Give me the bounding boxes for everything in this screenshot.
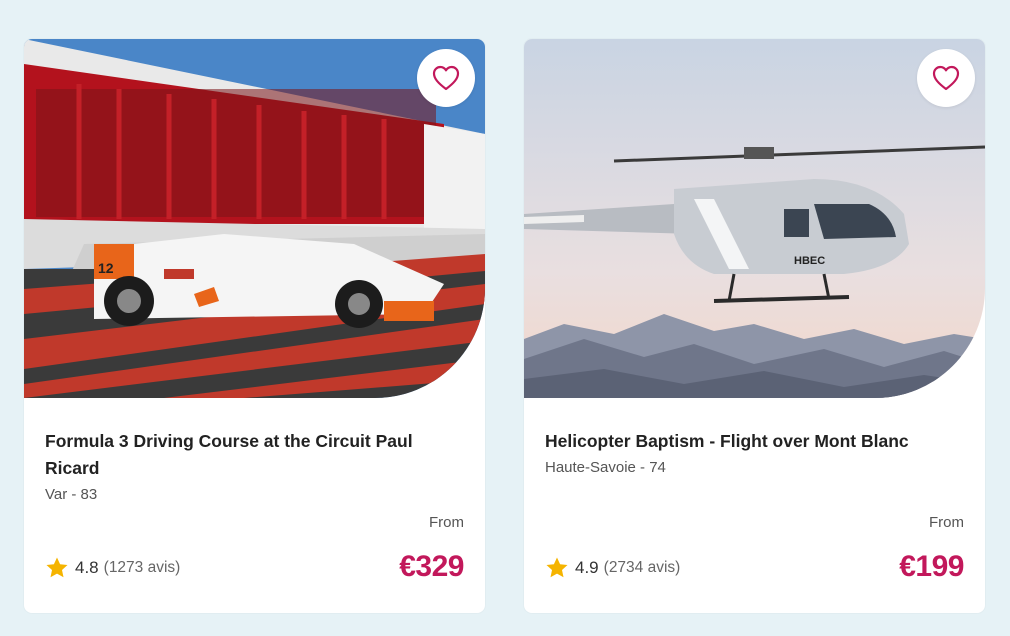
- race-car-image: 12: [24, 39, 485, 398]
- helicopter-image: HBEC: [524, 39, 985, 398]
- card-location: Var - 83: [45, 486, 98, 503]
- rating: 4.9 (2734 avis): [545, 556, 680, 580]
- review-count: (1273 avis): [103, 559, 181, 576]
- card-body: Formula 3 Driving Course at the Circuit …: [45, 428, 464, 613]
- price-from-label: From: [429, 514, 464, 531]
- price: €199: [899, 550, 964, 583]
- experience-card[interactable]: HBEC Helicopter Baptism - Flight over Mo…: [524, 39, 985, 613]
- card-title[interactable]: Formula 3 Driving Course at the Circuit …: [45, 428, 464, 482]
- favorite-button[interactable]: [417, 49, 475, 107]
- review-count: (2734 avis): [603, 559, 681, 576]
- svg-text:HBEC: HBEC: [794, 255, 825, 267]
- rating: 4.8 (1273 avis): [45, 556, 180, 580]
- card-title[interactable]: Helicopter Baptism - Flight over Mont Bl…: [545, 428, 964, 455]
- price: €329: [399, 550, 464, 583]
- card-location: Haute-Savoie - 74: [545, 459, 666, 476]
- card-body: Helicopter Baptism - Flight over Mont Bl…: [545, 428, 964, 613]
- card-image[interactable]: HBEC: [524, 39, 985, 398]
- star-icon: [546, 557, 568, 578]
- price-from-label: From: [929, 514, 964, 531]
- rating-score: 4.9: [575, 558, 599, 577]
- svg-text:12: 12: [98, 260, 114, 276]
- star-icon: [46, 557, 68, 578]
- review-count-value: 1273 avis: [108, 559, 176, 576]
- rating-score: 4.8: [75, 558, 99, 577]
- review-count-value: 2734 avis: [608, 559, 676, 576]
- heart-outline-icon: [432, 65, 460, 91]
- favorite-button[interactable]: [917, 49, 975, 107]
- heart-outline-icon: [932, 65, 960, 91]
- card-image[interactable]: 12: [24, 39, 485, 398]
- experience-card[interactable]: 12 Formula 3 Driving Course at the Circu…: [24, 39, 485, 613]
